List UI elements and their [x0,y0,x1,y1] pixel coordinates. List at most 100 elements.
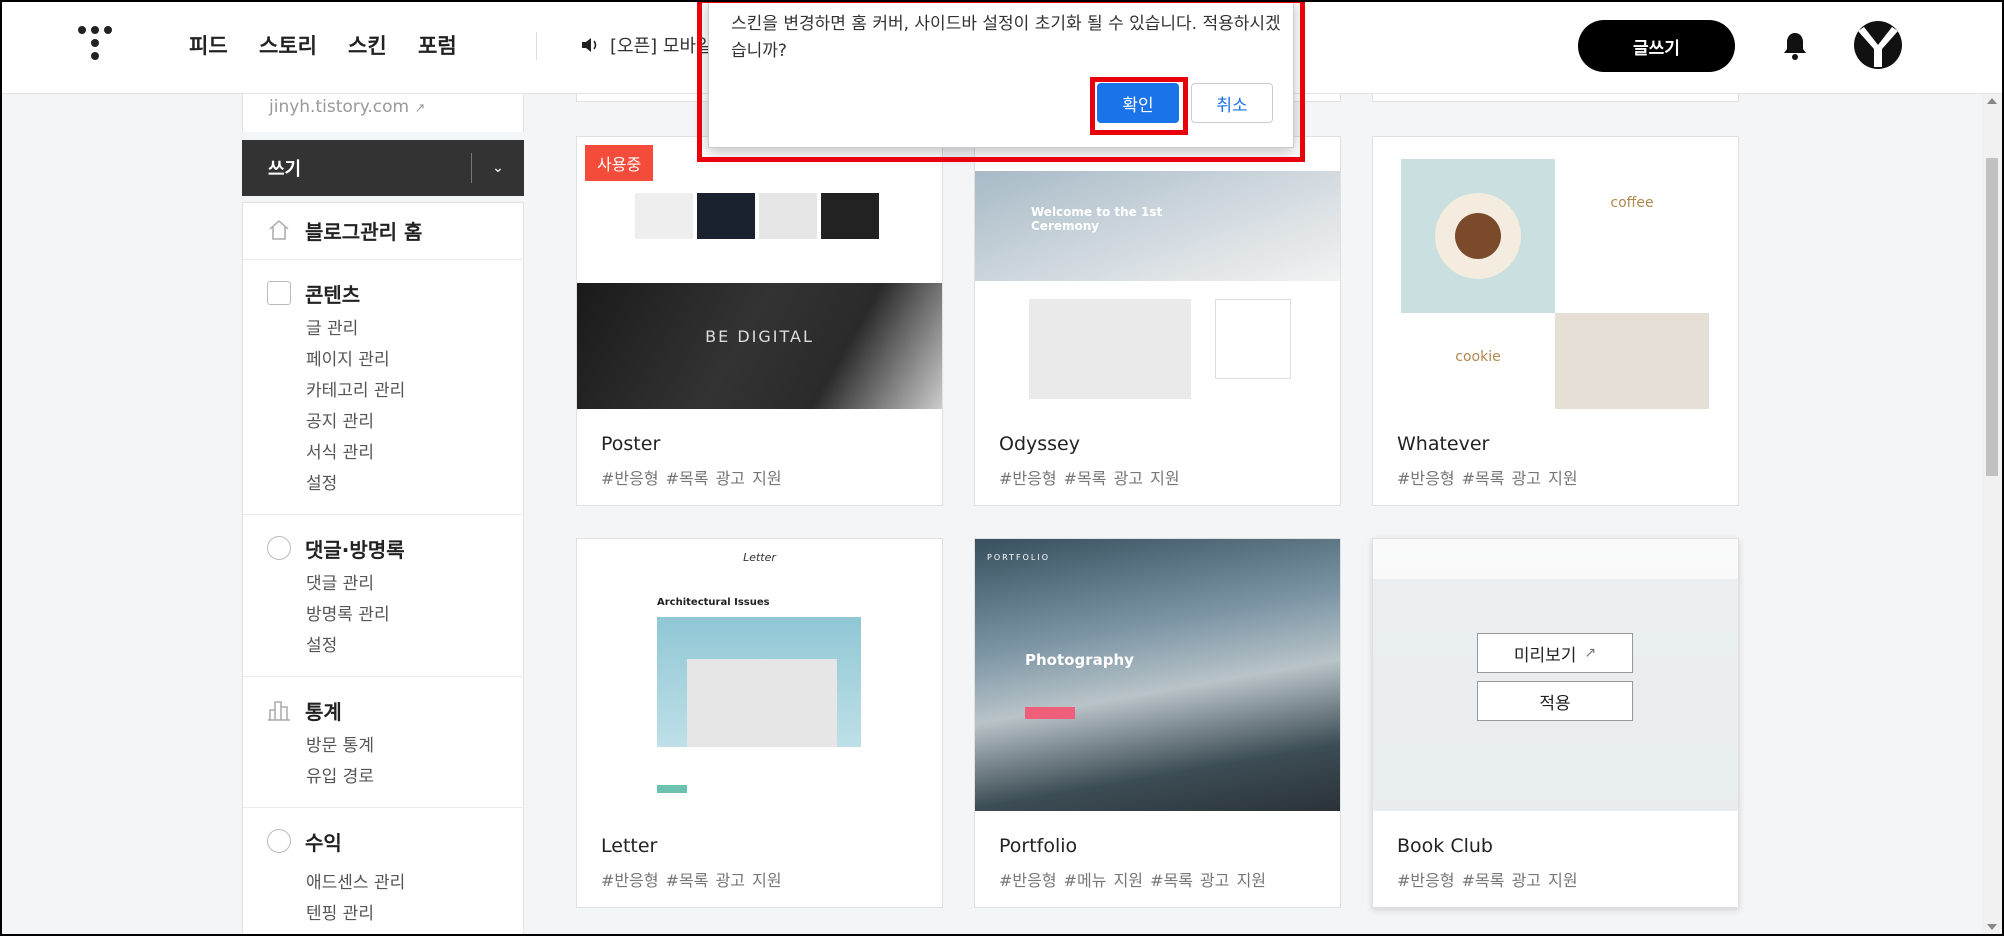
blog-url-link[interactable]: jinyh.tistory.com ↗ [242,94,524,132]
skin-card-letter[interactable]: Letter Architectural Issues Letter #반응형 … [576,538,943,908]
skin-name: Whatever [1397,433,1490,455]
sidebar-subitem-guestbook[interactable]: 방명록 관리 [243,600,523,631]
notification-bell-icon[interactable] [1782,31,1808,61]
skin-tags: #반응형 #목록 광고 지원 [1397,469,1578,488]
sidebar-section-title: 블로그관리 홈 [305,219,423,244]
confirm-cancel-button[interactable]: 취소 [1191,83,1273,123]
skin-name: Letter [601,835,658,857]
sidebar-subitem-notices[interactable]: 공지 관리 [243,407,523,438]
sidebar-item-blog-home[interactable]: 블로그관리 홈 [243,215,523,245]
document-icon [267,281,291,305]
sidebar-subitem-visit-stats[interactable]: 방문 통계 [243,731,523,762]
skin-card-poster[interactable]: 사용중 BE DIGITAL Poster #반응형 #목록 광고 지원 [576,136,943,506]
comment-bubble-icon [267,536,291,560]
thumb-caption: Photography [1025,651,1134,669]
sidebar-subitem-tenping[interactable]: 텐핑 관리 [243,899,523,930]
sidebar-subitem-comment-settings[interactable]: 설정 [243,631,523,662]
user-avatar[interactable] [1854,21,1902,69]
sidebar-item-stats[interactable]: 통계 [243,695,523,725]
thumb-logo: PORTFOLIO [987,553,1050,562]
skin-thumbnail-odyssey: Welcome to the 1st Ceremony [975,137,1340,409]
sidebar-item-content[interactable]: 콘텐츠 [243,278,523,308]
sidebar-subitem-categories[interactable]: 카테고리 관리 [243,376,523,407]
external-link-icon: ↗ [414,101,426,116]
skin-tags: #반응형 #목록 광고 지원 [601,469,782,488]
coins-icon [267,829,291,853]
skin-thumbnail-portfolio: PORTFOLIO Photography [975,539,1340,811]
skin-card-whatever[interactable]: coffee cookie Whatever #반응형 #목록 광고 지원 [1372,136,1739,506]
sidebar: jinyh.tistory.com ↗ 쓰기 ⌄ 블로그관리 홈 콘텐츠 글 관… [242,94,524,936]
skin-tags: #반응형 #메뉴 지원 #목록 광고 지원 [999,871,1267,890]
confirm-ok-button[interactable]: 확인 [1097,83,1179,123]
dialog-message: 스킨을 변경하면 홈 커버, 사이드바 설정이 초기화 될 수 있습니다. 적용… [731,14,1281,61]
scroll-down-arrow-icon[interactable] [1987,924,1997,930]
skin-card-partial [1372,94,1739,102]
skin-name: Book Club [1397,835,1493,857]
sidebar-menu: 블로그관리 홈 콘텐츠 글 관리 페이지 관리 카테고리 관리 공지 관리 서식… [242,202,524,936]
vertical-scrollbar[interactable] [1982,94,2002,934]
sidebar-section-title: 통계 [305,699,342,724]
sidebar-subitem-posts[interactable]: 글 관리 [243,314,523,345]
skin-thumbnail-poster: 사용중 BE DIGITAL [577,137,942,409]
sidebar-section-title: 콘텐츠 [305,282,361,307]
thumb-caption: coffee [1610,195,1654,211]
skin-name: Poster [601,433,661,455]
scrollbar-thumb[interactable] [1986,158,1998,476]
preview-label: 미리보기 [1513,645,1577,666]
thumb-caption-2: cookie [1455,349,1501,365]
nav-divider [536,32,537,60]
chevron-down-icon[interactable]: ⌄ [472,160,524,176]
nav-story[interactable]: 스토리 [259,30,317,60]
scroll-up-arrow-icon[interactable] [1987,98,1997,104]
sidebar-subitem-templates[interactable]: 서식 관리 [243,438,523,469]
skin-thumbnail-whatever: coffee cookie [1373,137,1738,409]
skin-tags: #반응형 #목록 광고 지원 [999,469,1180,488]
nav-feed[interactable]: 피드 [189,30,228,60]
sidebar-section-stats: 통계 방문 통계 유입 경로 [243,677,523,808]
bar-chart-icon [267,698,291,722]
sidebar-subitem-content-settings[interactable]: 설정 [243,469,523,500]
thumb-caption: BE DIGITAL [705,327,814,346]
sidebar-subitem-referrers[interactable]: 유입 경로 [243,762,523,793]
skin-name: Odyssey [999,433,1080,455]
in-use-badge: 사용중 [585,145,654,181]
skin-tags: #반응형 #목록 광고 지원 [1397,871,1578,890]
confirm-dialog: 스킨을 변경하면 홈 커버, 사이드바 설정이 초기화 될 수 있습니다. 적용… [708,0,1294,148]
thumb-caption: Architectural Issues [657,597,770,608]
sidebar-section-home: 블로그관리 홈 [243,203,523,260]
sidebar-section-title: 댓글·방명록 [305,537,405,562]
write-post-button[interactable]: 글쓰기 [1578,20,1735,72]
skin-card-odyssey[interactable]: Welcome to the 1st Ceremony Odyssey #반응형… [974,136,1341,506]
skin-name: Portfolio [999,835,1078,857]
sidebar-write-button[interactable]: 쓰기 [242,155,471,181]
sidebar-section-revenue: 수익 애드센스 관리 텐핑 관리 [243,808,523,936]
external-link-icon: ↗ [1584,645,1597,661]
sidebar-section-content: 콘텐츠 글 관리 페이지 관리 카테고리 관리 공지 관리 서식 관리 설정 [243,260,523,515]
nav-forum[interactable]: 포럼 [418,30,457,60]
sidebar-write-bar: 쓰기 ⌄ [242,140,524,196]
skin-card-portfolio[interactable]: PORTFOLIO Photography Portfolio #반응형 #메뉴… [974,538,1341,908]
sidebar-subitem-pages[interactable]: 페이지 관리 [243,345,523,376]
avatar-y-icon [1858,27,1898,67]
sidebar-item-revenue[interactable]: 수익 [243,826,523,856]
skin-thumbnail-letter: Letter Architectural Issues [577,539,942,811]
thumb-logo: Letter [743,551,776,564]
sidebar-item-comments[interactable]: 댓글·방명록 [243,533,523,563]
skin-thumbnail-book-club: 미리보기 ↗ 적용 [1373,539,1738,811]
preview-button[interactable]: 미리보기 ↗ [1477,633,1633,673]
skin-card-book-club[interactable]: 미리보기 ↗ 적용 Book Club #반응형 #목록 광고 지원 [1372,538,1739,908]
home-icon [267,218,291,242]
sidebar-subitem-adsense[interactable]: 애드센스 관리 [243,868,523,899]
notice-banner[interactable]: [오픈] 모바일 [580,32,713,58]
skin-tags: #반응형 #목록 광고 지원 [601,871,782,890]
blog-url: jinyh.tistory.com [269,97,410,117]
content-area: jinyh.tistory.com ↗ 쓰기 ⌄ 블로그관리 홈 콘텐츠 글 관… [0,94,1982,936]
sidebar-section-title: 수익 [305,830,342,855]
speaker-icon [582,38,597,52]
nav-skin[interactable]: 스킨 [348,30,387,60]
notice-text: [오픈] 모바일 [610,36,713,57]
sidebar-subitem-comments[interactable]: 댓글 관리 [243,569,523,600]
tistory-logo[interactable] [78,26,114,66]
sidebar-section-comments: 댓글·방명록 댓글 관리 방명록 관리 설정 [243,515,523,677]
apply-button[interactable]: 적용 [1477,681,1633,721]
